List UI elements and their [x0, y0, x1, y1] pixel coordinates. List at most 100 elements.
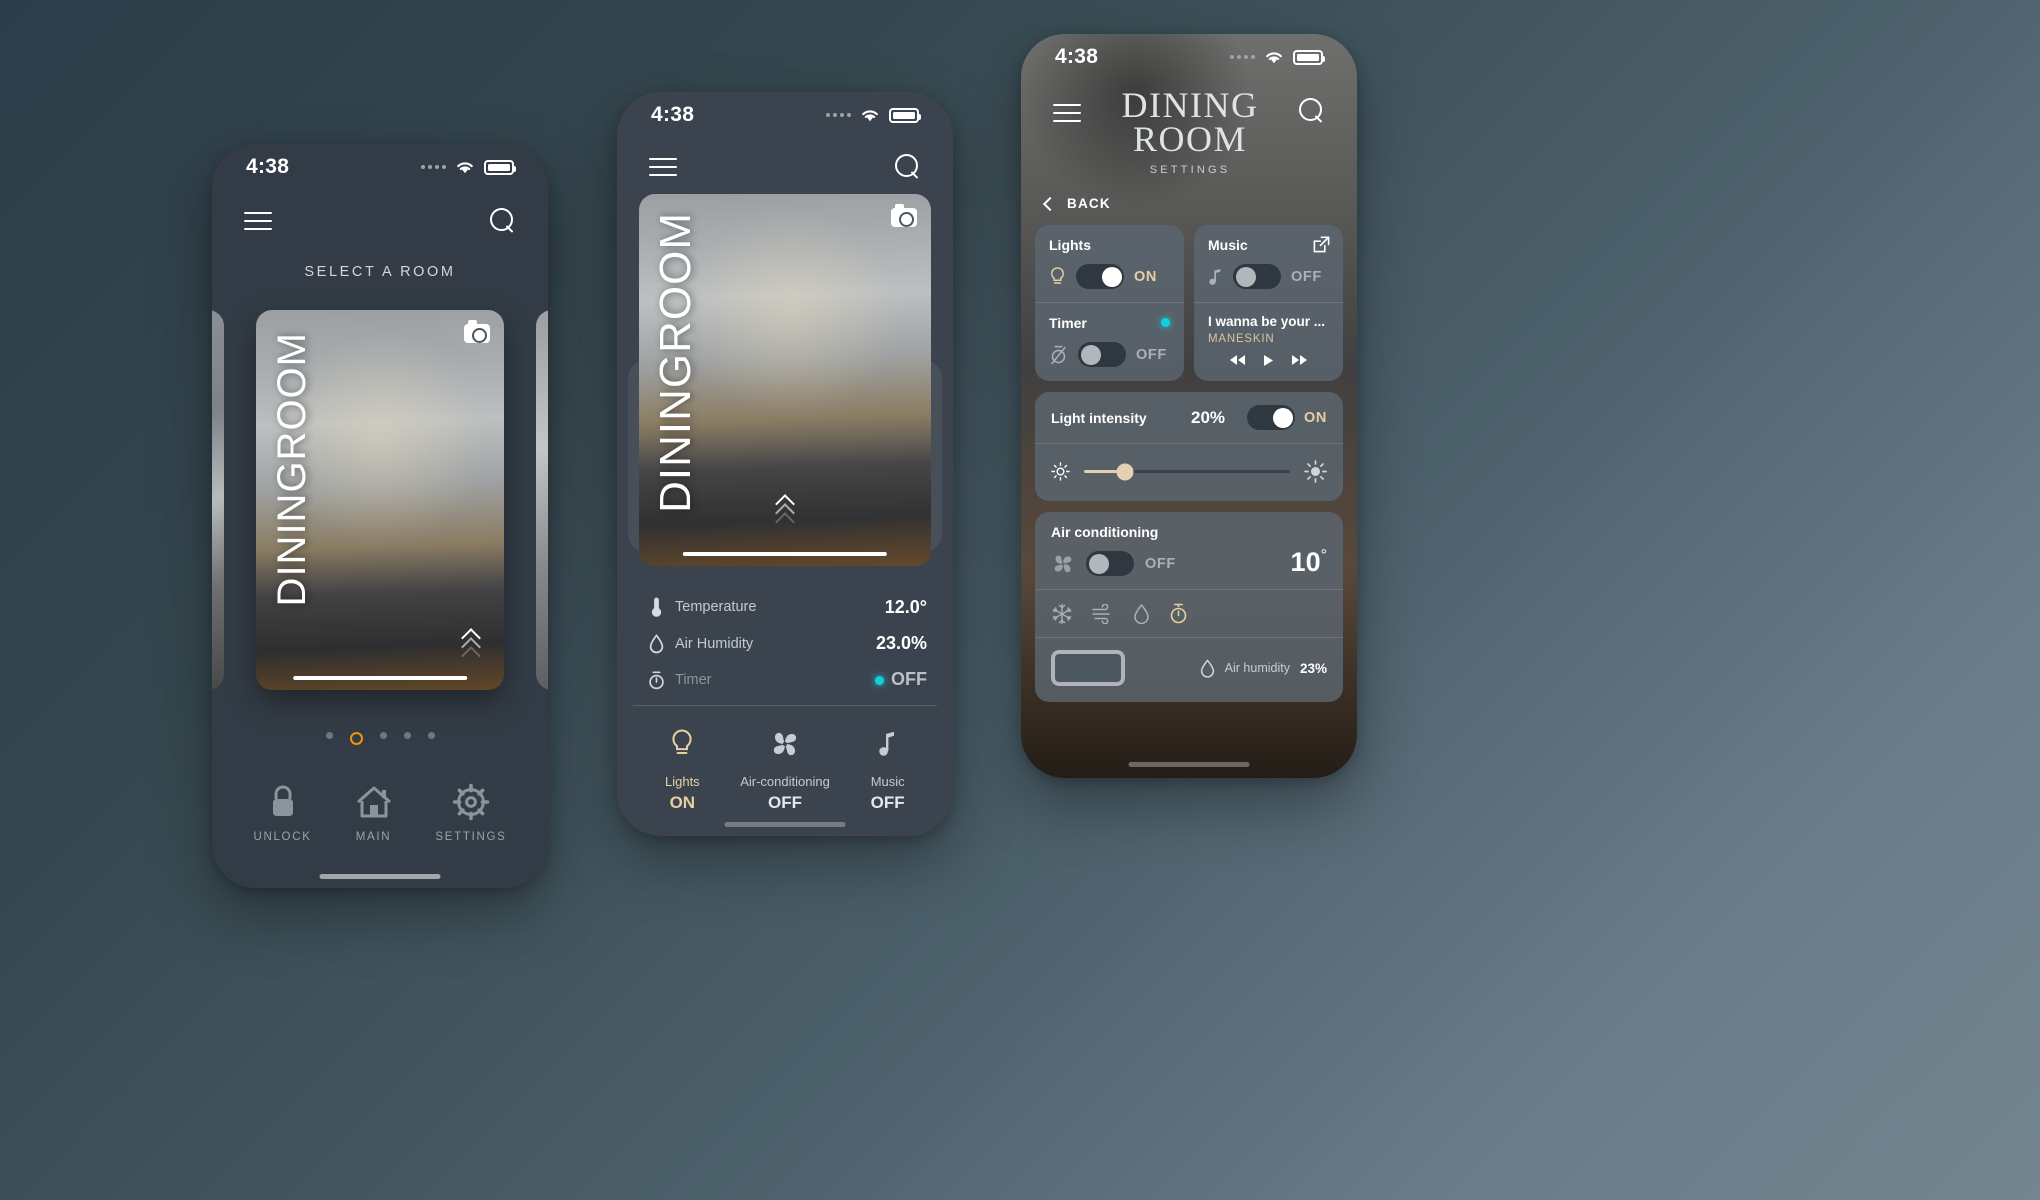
title-line-2: ROOM — [1132, 119, 1248, 159]
light-intensity-title: Light intensity — [1051, 409, 1147, 426]
carousel-peek-left[interactable] — [212, 310, 224, 690]
ac-title: Air conditioning — [1051, 524, 1159, 540]
device-tab-bar: Lights ON Air-conditioning OFF Music OFF — [617, 728, 953, 813]
slider-thumb[interactable] — [1116, 463, 1134, 480]
status-time: 4:38 — [1055, 45, 1099, 68]
device-tab-air-conditioning[interactable]: Air-conditioning OFF — [734, 728, 837, 813]
light-intensity-toggle[interactable] — [1247, 405, 1296, 430]
search-icon[interactable] — [490, 208, 516, 234]
music-note-icon — [878, 731, 894, 756]
device-tab-state: OFF — [870, 793, 905, 812]
timer-state: OFF — [1136, 346, 1167, 363]
pager-dot-active[interactable] — [349, 732, 363, 745]
room-stats: Temperature 12.0° Air Humidity 23.0% Tim… — [643, 596, 927, 690]
room-carousel[interactable]: DININGROOM — [212, 310, 548, 690]
battery-icon — [1293, 49, 1325, 65]
status-dot — [875, 675, 884, 685]
tab-label: MAIN — [355, 831, 392, 843]
status-indicators — [1230, 49, 1325, 65]
search-icon[interactable] — [1299, 98, 1325, 124]
device-tab-state: ON — [669, 793, 696, 812]
carousel-peek-right[interactable] — [536, 310, 548, 690]
lock-icon — [253, 781, 311, 821]
tab-settings[interactable]: SETTINGS — [435, 781, 506, 843]
wifi-icon — [457, 161, 473, 173]
camera-icon[interactable] — [891, 204, 917, 227]
droplet-icon — [643, 633, 669, 654]
device-tab-label: Air-conditioning — [740, 774, 830, 789]
external-link-icon[interactable] — [1313, 236, 1330, 253]
room-label: DININGROOM — [270, 332, 314, 607]
tab-label: SETTINGS — [435, 831, 507, 843]
music-toggle[interactable] — [1233, 264, 1281, 289]
lights-toggle[interactable] — [1076, 264, 1124, 289]
hamburger-icon[interactable] — [244, 206, 272, 236]
stat-row-timer: Timer OFF — [643, 669, 927, 690]
stat-label: Temperature — [675, 599, 757, 615]
status-indicators — [826, 107, 921, 123]
player-controls — [1208, 354, 1329, 367]
light-intensity-state: ON — [1304, 409, 1327, 426]
wifi-icon — [862, 109, 878, 121]
stat-row-temperature: Temperature 12.0° — [643, 596, 927, 618]
room-card-dining[interactable]: DININGROOM — [639, 194, 931, 566]
forward-icon[interactable] — [1291, 354, 1308, 366]
hamburger-icon[interactable] — [1053, 98, 1081, 128]
hamburger-icon[interactable] — [649, 152, 677, 182]
pager-dot[interactable] — [379, 732, 387, 739]
rewind-icon[interactable] — [1229, 354, 1246, 366]
slider-track[interactable] — [1084, 463, 1290, 480]
brightness-high-icon — [1304, 460, 1327, 483]
light-intensity-value: 20% — [1191, 407, 1226, 427]
carousel-pager[interactable] — [212, 732, 548, 745]
music-note-icon — [1209, 268, 1221, 285]
chevron-up-icon[interactable] — [461, 628, 481, 666]
wind-icon[interactable] — [1091, 603, 1115, 624]
bottom-tab-bar: UNLOCK MAIN SETTINGS — [212, 781, 548, 843]
fan-icon — [773, 732, 797, 756]
device-tab-music[interactable]: Music OFF — [836, 728, 939, 813]
home-indicator — [724, 822, 846, 827]
wifi-icon — [1266, 51, 1282, 63]
bulb-icon — [672, 729, 692, 754]
play-icon[interactable] — [1263, 354, 1274, 367]
ac-temperature: 10 — [1290, 547, 1321, 577]
light-intensity-card: Light intensity 20% ON — [1035, 392, 1343, 501]
humidity-label: Air humidity — [1224, 661, 1290, 675]
tab-unlock[interactable]: UNLOCK — [253, 781, 311, 843]
humidity-row: Air humidity 23% — [1035, 638, 1343, 702]
chevron-left-icon — [1042, 196, 1058, 211]
droplet-icon[interactable] — [1133, 603, 1150, 625]
status-time: 4:38 — [246, 155, 290, 178]
room-label: DININGROOM — [651, 212, 700, 513]
track-artist: MANESKIN — [1208, 333, 1275, 345]
pager-dot[interactable] — [325, 732, 333, 739]
pager-dot[interactable] — [427, 732, 435, 739]
stat-value: 23.0% — [875, 633, 927, 653]
phone-select-room: 4:38 SELECT A ROOM DININGROOM UNLOCK MAI… — [212, 144, 548, 888]
timer-icon[interactable] — [1168, 602, 1189, 625]
room-card-dining[interactable]: DININGROOM — [256, 310, 504, 690]
humidity-value: 23% — [1299, 660, 1327, 676]
pager-dot[interactable] — [403, 732, 411, 739]
camera-icon[interactable] — [464, 320, 490, 343]
brightness-slider[interactable] — [1035, 444, 1343, 501]
battery-icon — [484, 159, 516, 175]
search-icon[interactable] — [895, 154, 921, 180]
tab-main[interactable]: MAIN — [355, 781, 393, 843]
back-button[interactable]: BACK — [1042, 196, 1357, 211]
device-tab-lights[interactable]: Lights ON — [631, 728, 734, 813]
settings-body: Lights ON Timer OFF Music OFF I wanna be… — [1021, 225, 1357, 702]
nav-bar — [617, 152, 953, 182]
ac-toggle[interactable] — [1086, 551, 1134, 576]
timer-toggle[interactable] — [1078, 342, 1126, 367]
phone3-screen: 4:38 DINING ROOM SETTINGS BACK Lights ON… — [1021, 34, 1357, 778]
snowflake-icon[interactable] — [1051, 603, 1073, 625]
bulb-icon — [1051, 266, 1064, 284]
chevron-up-icon[interactable] — [775, 494, 795, 532]
page-title: DINING ROOM SETTINGS — [1122, 87, 1259, 176]
phone1-screen: 4:38 SELECT A ROOM DININGROOM UNLOCK MAI… — [212, 144, 548, 888]
stat-label: Timer — [675, 671, 712, 688]
music-card: Music OFF I wanna be your ... MANESKIN — [1194, 225, 1343, 381]
status-time: 4:38 — [651, 103, 695, 126]
